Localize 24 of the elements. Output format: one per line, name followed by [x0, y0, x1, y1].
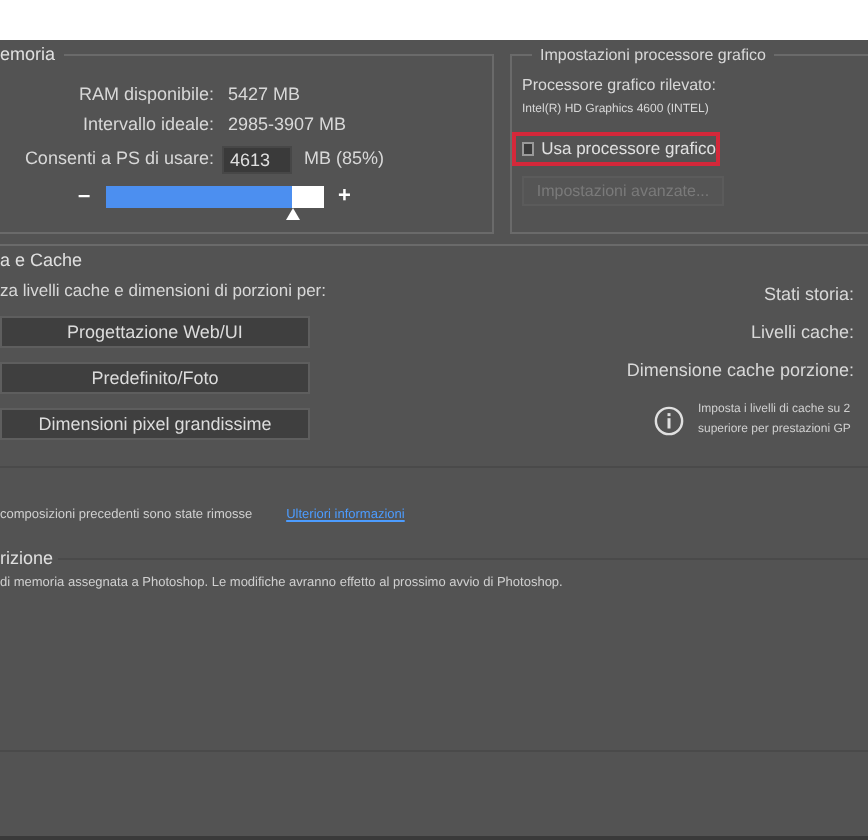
- optimize-label: za livelli cache e dimensioni di porzioni per:: [0, 280, 328, 302]
- group-title: emoria: [0, 44, 64, 66]
- group-title: Impostazioni processore grafico: [532, 44, 774, 66]
- ram-label: RAM disponibile:: [76, 81, 214, 108]
- section-title: a e Cache: [0, 250, 85, 272]
- checkbox-square[interactable]: [522, 142, 534, 156]
- memory-input[interactable]: 4613: [222, 146, 292, 174]
- preset-button[interactable]: Progettazione Web/UI: [0, 316, 310, 348]
- ram-value: 5427 MB: [228, 81, 301, 108]
- field-label: Stati storia:: [761, 284, 856, 308]
- use-gpu-checkbox[interactable]: Usa processore grafico: [512, 132, 720, 166]
- detected-label: Processore grafico rilevato:: [522, 74, 718, 96]
- minus-sign: –: [78, 181, 93, 212]
- section-title: rizione: [0, 548, 54, 570]
- unit-label: MB (85%): [304, 146, 385, 173]
- range-value: 2985-3907 MB: [228, 111, 347, 138]
- info-icon: [654, 405, 684, 435]
- plus-sign: +: [338, 181, 351, 212]
- preset-button[interactable]: Predefinito/Foto: [0, 362, 310, 394]
- preset-button[interactable]: Dimensioni pixel grandissime: [0, 408, 310, 440]
- field-label: Dimensione cache porzione:: [624, 360, 856, 384]
- allow-label: Consenti a PS di usare:: [22, 146, 214, 173]
- field-label: Livelli cache:: [748, 322, 856, 346]
- range-label: Intervallo ideale:: [80, 111, 214, 138]
